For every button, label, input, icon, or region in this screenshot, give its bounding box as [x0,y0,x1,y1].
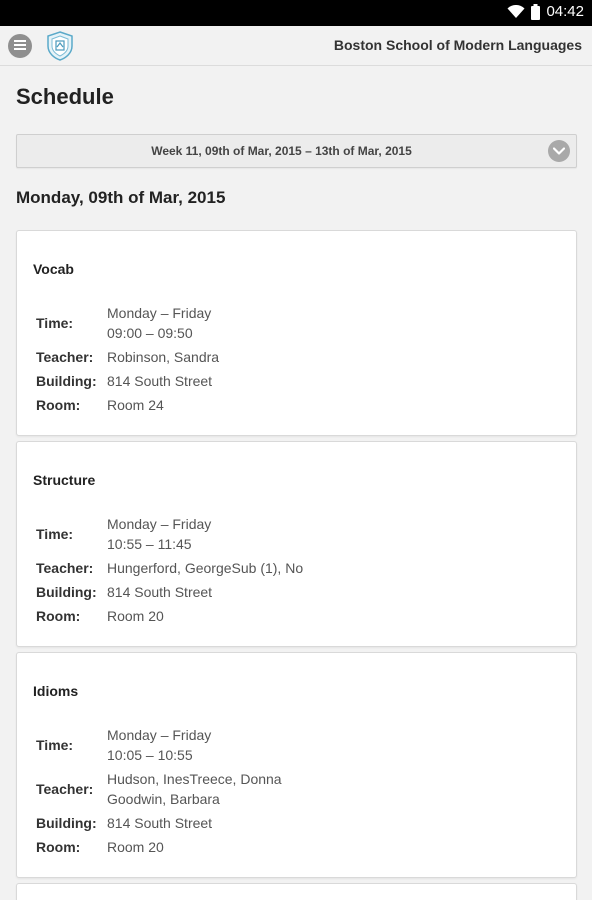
teacher-label: Teacher: [36,560,94,576]
building-value: 814 South Street [107,815,213,831]
teacher-label: Teacher: [36,781,94,797]
time-label: Time: [36,737,74,753]
room-value: Room 20 [107,839,164,855]
building-row: Building: 814 South Street [36,371,219,391]
room-value: Room 24 [107,397,164,413]
teacher-value: Robinson, Sandra [107,349,220,365]
room-label: Room: [36,839,81,855]
battery-icon [531,3,541,20]
menu-button[interactable] [8,34,32,58]
days-value: Monday – Friday [107,727,212,743]
wifi-icon [507,4,525,19]
teacher-row: Teacher: Hudson, InesTreece, Donna Goodw… [36,769,282,809]
room-row: Room: Room 24 [36,395,219,415]
time-row: Time: Monday – Friday 09:00 – 09:50 [36,303,219,343]
class-title: Structure [33,472,96,488]
status-icons: 04:42 [507,3,584,20]
hours-value: 09:00 – 09:50 [107,325,193,341]
class-card[interactable]: Idioms Time: Monday – Friday 10:05 – 10:… [16,652,577,878]
class-details: Time: Monday – Friday 10:05 – 10:55 Teac… [36,725,282,861]
time-value: Monday – Friday 09:00 – 09:50 [107,303,211,343]
teacher-label: Teacher: [36,349,94,365]
day-heading: Monday, 09th of Mar, 2015 [16,188,226,207]
room-row: Room: Room 20 [36,606,303,626]
room-value: Room 20 [107,608,164,624]
class-details: Time: Monday – Friday 09:00 – 09:50 Teac… [36,303,219,419]
app-bar: Boston School of Modern Languages [0,26,592,66]
hours-value: 10:05 – 10:55 [107,747,193,763]
days-value: Monday – Friday [107,516,212,532]
time-label: Time: [36,315,74,331]
teacher-value: Hudson, InesTreece, Donna Goodwin, Barba… [107,769,282,809]
status-bar: 04:42 [0,0,592,26]
class-title: Idioms [33,683,79,699]
teacher-row: Teacher: Robinson, Sandra [36,347,219,367]
time-row: Time: Monday – Friday 10:05 – 10:55 [36,725,282,765]
room-label: Room: [36,608,81,624]
room-row: Room: Room 20 [36,837,282,857]
building-row: Building: 814 South Street [36,582,303,602]
days-value: Monday – Friday [107,305,212,321]
class-details: Time: Monday – Friday 10:55 – 11:45 Teac… [36,514,303,630]
building-value: 814 South Street [107,584,213,600]
time-value: Monday – Friday 10:05 – 10:55 [107,725,211,765]
room-label: Room: [36,397,81,413]
class-card[interactable] [16,883,577,900]
teacher-row: Teacher: Hungerford, GeorgeSub (1), No [36,558,303,578]
building-row: Building: 814 South Street [36,813,282,833]
school-logo-icon [46,31,74,61]
chevron-down-icon[interactable] [548,140,570,162]
clock-time: 04:42 [546,3,584,20]
building-value: 814 South Street [107,373,213,389]
app-title: Boston School of Modern Languages [333,37,582,53]
teacher-line: Hudson, InesTreece, Donna [107,771,282,787]
hours-value: 10:55 – 11:45 [107,536,192,552]
week-selector[interactable]: Week 11, 09th of Mar, 2015 – 13th of Mar… [16,134,577,168]
building-label: Building: [36,815,97,831]
teacher-line: Goodwin, Barbara [107,791,220,807]
building-label: Building: [36,373,97,389]
class-card[interactable]: Structure Time: Monday – Friday 10:55 – … [16,441,577,647]
building-label: Building: [36,584,97,600]
teacher-value: Hungerford, GeorgeSub (1), No [107,560,304,576]
page-title: Schedule [16,84,114,109]
time-label: Time: [36,526,74,542]
hamburger-icon [14,37,26,55]
week-selector-label: Week 11, 09th of Mar, 2015 – 13th of Mar… [151,144,412,158]
time-value: Monday – Friday 10:55 – 11:45 [107,514,211,554]
class-card[interactable]: Vocab Time: Monday – Friday 09:00 – 09:5… [16,230,577,436]
class-title: Vocab [33,261,74,277]
time-row: Time: Monday – Friday 10:55 – 11:45 [36,514,303,554]
